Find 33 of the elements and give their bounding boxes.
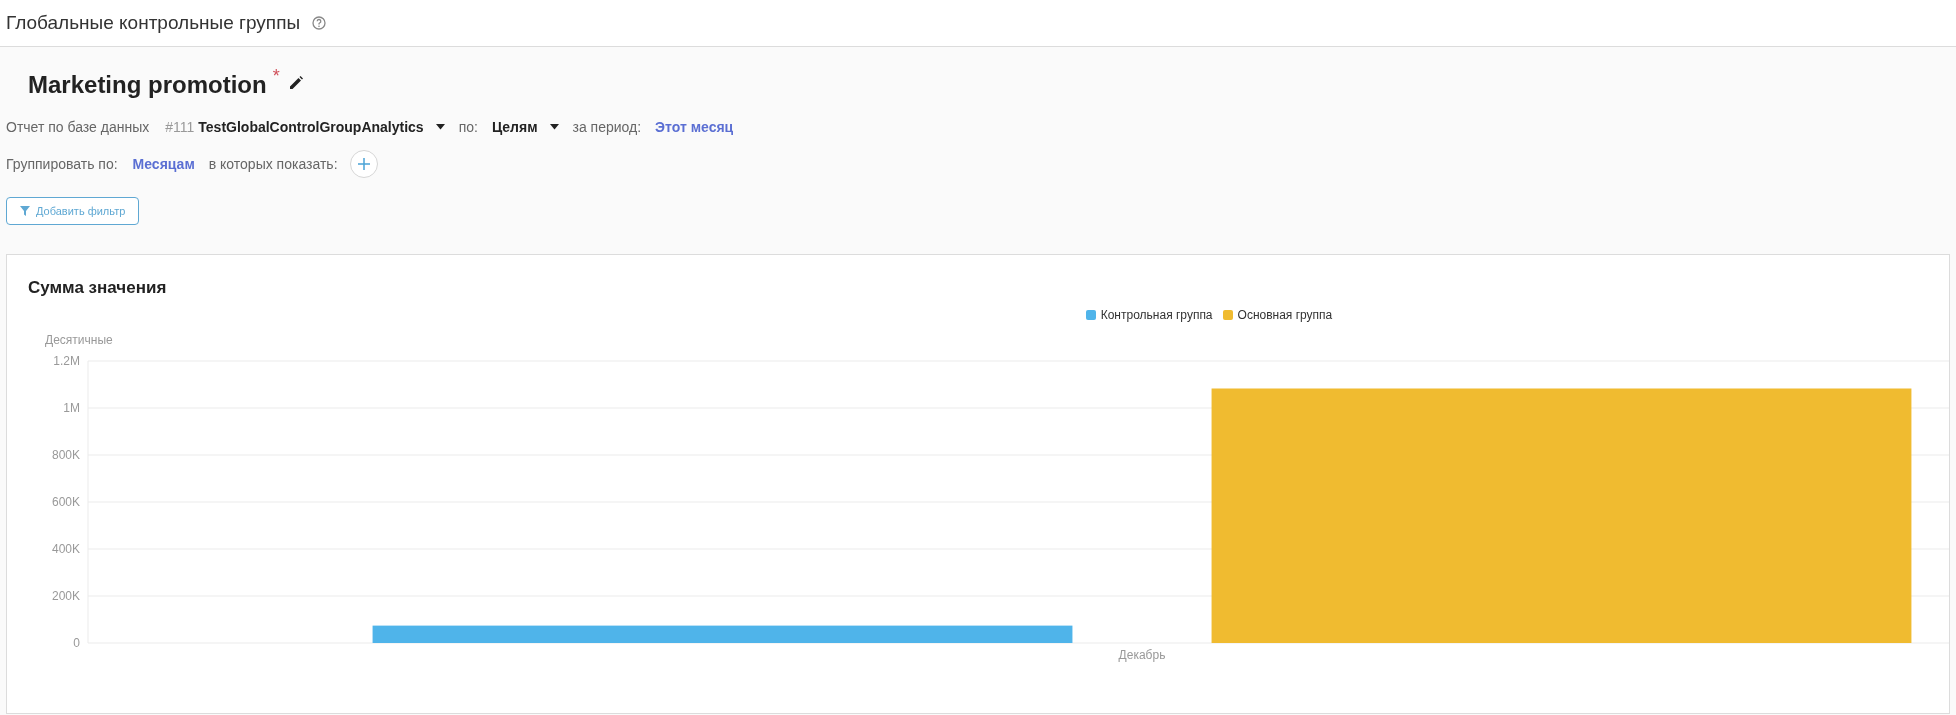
add-button[interactable] — [349, 150, 378, 178]
page-title: Глобальные контрольные группы — [6, 10, 301, 35]
source-label: Отчет по базе данных — [6, 117, 150, 137]
report-name: Marketing promotion — [28, 70, 267, 100]
period-link[interactable]: Этот месяц — [655, 116, 734, 138]
y-axis-title: Десятичные — [45, 333, 113, 347]
caret-icon — [435, 124, 445, 130]
y-axis-label: 0 — [73, 636, 80, 650]
y-axis-label: 1M — [63, 401, 80, 415]
chart-title: Сумма значения — [28, 277, 167, 300]
legend-label: Контрольная группа — [1100, 307, 1213, 324]
required-mark: * — [272, 65, 280, 88]
filter-icon — [20, 206, 30, 216]
by-label: по: — [458, 117, 478, 137]
y-axis-label: 400K — [51, 542, 80, 556]
goal-selector[interactable]: Целям — [491, 116, 538, 138]
plus-icon — [357, 158, 370, 170]
database-id: #111 — [165, 117, 195, 137]
add-filter-button[interactable]: Добавить фильтр — [6, 197, 140, 225]
y-axis-label: 1.2M — [53, 354, 80, 368]
legend-label: Основная группа — [1237, 307, 1333, 324]
group-by-link[interactable]: Месяцам — [132, 153, 195, 175]
x-axis-label: Декабрь — [1118, 648, 1166, 662]
period-label: за период: — [572, 117, 642, 137]
pencil-icon[interactable] — [287, 75, 304, 91]
database-name[interactable]: TestGlobalControlGroupAnalytics — [198, 116, 424, 138]
show-in-label: в которых показать: — [208, 154, 338, 174]
y-axis-label: 600K — [51, 495, 80, 509]
help-icon[interactable] — [312, 16, 327, 30]
y-axis-label: 200K — [51, 589, 80, 603]
group-by-label: Группировать по: — [6, 154, 118, 174]
y-axis-label: 800K — [51, 448, 80, 462]
caret-icon — [549, 124, 559, 130]
